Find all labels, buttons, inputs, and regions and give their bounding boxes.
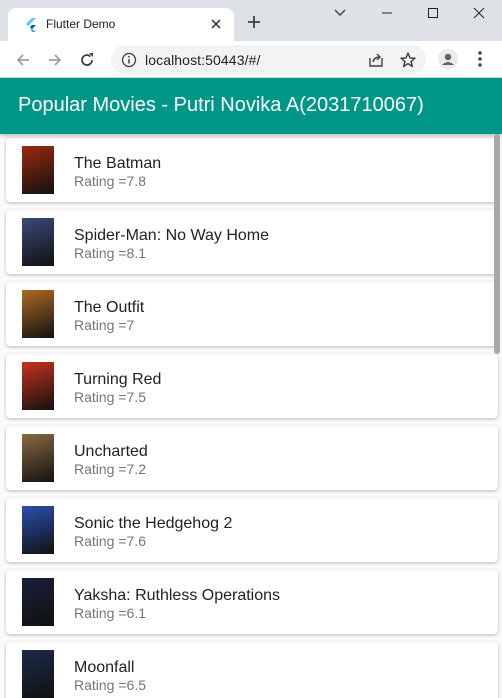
- back-icon[interactable]: [14, 51, 32, 69]
- movie-card[interactable]: The Batman Rating =7.8: [6, 138, 498, 202]
- site-info-icon[interactable]: [121, 52, 137, 68]
- close-window-icon[interactable]: [469, 5, 489, 21]
- app-title: Popular Movies - Putri Novika A(20317100…: [18, 94, 424, 116]
- movie-rating: Rating =8.1: [74, 245, 146, 261]
- close-tab-icon[interactable]: [208, 16, 224, 32]
- forward-icon[interactable]: [46, 51, 64, 69]
- movie-rating: Rating =6.1: [74, 605, 146, 621]
- movie-card[interactable]: Uncharted Rating =7.2: [6, 426, 498, 490]
- movie-poster: [22, 218, 54, 266]
- url-text[interactable]: localhost:50443/#/: [145, 52, 260, 68]
- list-scrollbar[interactable]: [494, 134, 500, 354]
- minimize-icon[interactable]: [377, 5, 397, 21]
- movie-poster: [22, 578, 54, 626]
- bookmark-star-icon[interactable]: [399, 51, 417, 69]
- app-bar: Popular Movies - Putri Novika A(20317100…: [0, 78, 502, 134]
- movie-rating: Rating =7.5: [74, 389, 146, 405]
- movie-poster: [22, 434, 54, 482]
- movie-title: Sonic the Hedgehog 2: [74, 515, 233, 532]
- movie-title: The Batman: [74, 155, 162, 172]
- movie-rating: Rating =7: [74, 317, 135, 333]
- movie-card[interactable]: Turning Red Rating =7.5: [6, 354, 498, 418]
- movie-poster: [22, 506, 54, 554]
- tab-title: Flutter Demo: [46, 17, 116, 31]
- movie-poster: [22, 650, 54, 698]
- movie-card[interactable]: The Outfit Rating =7: [6, 282, 498, 346]
- movie-card[interactable]: Spider-Man: No Way Home Rating =8.1: [6, 210, 498, 274]
- person-icon: [442, 53, 454, 65]
- browser-toolbar: localhost:50443/#/: [0, 41, 502, 78]
- maximize-icon[interactable]: [423, 5, 443, 21]
- browser-menu-icon[interactable]: [472, 50, 488, 68]
- movie-card[interactable]: Sonic the Hedgehog 2 Rating =7.6: [6, 498, 498, 562]
- movie-title: Moonfall: [74, 659, 135, 676]
- movie-rating: Rating =7.8: [74, 173, 146, 189]
- movie-title: Yaksha: Ruthless Operations: [74, 587, 281, 604]
- browser-tab-strip: Flutter Demo: [0, 0, 502, 41]
- movie-list[interactable]: The Batman Rating =7.8 Spider-Man: No Wa…: [0, 134, 502, 698]
- movie-rating: Rating =7.2: [74, 461, 146, 477]
- movie-poster: [22, 146, 54, 194]
- movie-poster: [22, 362, 54, 410]
- tab-search-icon[interactable]: [330, 5, 350, 21]
- flutter-icon: [26, 18, 36, 32]
- movie-rating: Rating =6.5: [74, 677, 146, 693]
- movie-title: Uncharted: [74, 443, 148, 460]
- browser-tab[interactable]: Flutter Demo: [8, 8, 234, 41]
- movie-rating: Rating =7.6: [74, 533, 146, 549]
- movie-title: The Outfit: [74, 299, 145, 316]
- movie-card[interactable]: Moonfall Rating =6.5: [6, 642, 498, 698]
- reload-icon[interactable]: [78, 51, 96, 69]
- movie-title: Turning Red: [74, 371, 162, 388]
- movie-title: Spider-Man: No Way Home: [74, 227, 270, 244]
- movie-poster: [22, 290, 54, 338]
- profile-avatar[interactable]: [438, 49, 458, 69]
- new-tab-icon[interactable]: [246, 14, 262, 30]
- share-icon[interactable]: [367, 51, 385, 69]
- movie-card[interactable]: Yaksha: Ruthless Operations Rating =6.1: [6, 570, 498, 634]
- address-bar[interactable]: localhost:50443/#/: [111, 45, 426, 74]
